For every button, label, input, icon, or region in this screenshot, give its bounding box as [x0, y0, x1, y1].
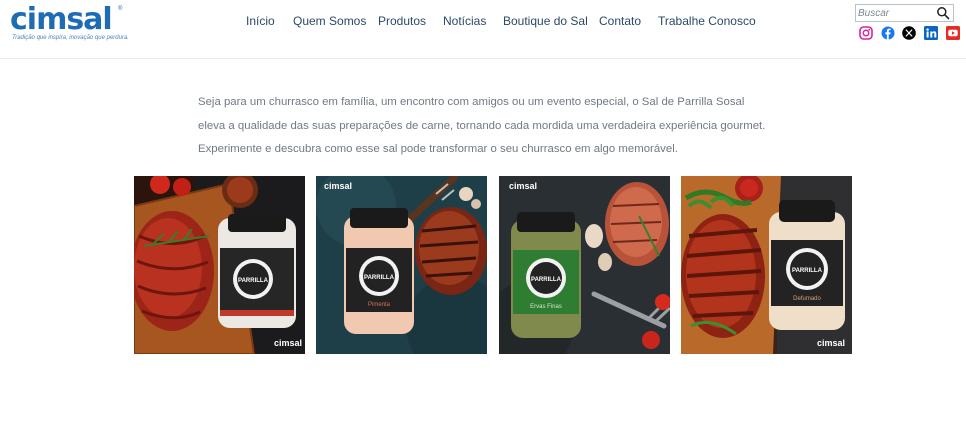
gallery-image-4[interactable]: PARRILLA Defumado cimsal: [681, 176, 852, 354]
tile-brand-3: cimsal: [509, 181, 537, 191]
jar-label-3: PARRILLA: [531, 277, 562, 283]
tile-brand-1: cimsal: [274, 338, 302, 348]
youtube-icon[interactable]: [946, 26, 960, 40]
nav-item-inicio[interactable]: Início: [246, 14, 275, 28]
x-icon[interactable]: [902, 26, 916, 40]
search-box: [855, 4, 954, 22]
nav-item-quem-somos[interactable]: Quem Somos: [293, 14, 366, 28]
facebook-icon[interactable]: [881, 26, 895, 40]
logo-tagline: Tradição que inspira, inovação que perdu…: [12, 35, 129, 41]
logo-wordmark: cimsal: [10, 2, 113, 37]
gallery-image-1[interactable]: PARRILLA cimsal: [134, 176, 305, 354]
tile-brand-2: cimsal: [324, 181, 352, 191]
nav-item-produtos[interactable]: Produtos: [378, 14, 426, 28]
search-input[interactable]: [856, 5, 934, 21]
nav-item-contato[interactable]: Contato: [599, 14, 641, 28]
jar-variant-4: Defumado: [793, 296, 821, 302]
intro-paragraph: Seja para um churrasco em família, um en…: [198, 96, 766, 156]
gallery-image-2[interactable]: PARRILLA Pimenta cimsal: [316, 176, 487, 354]
nav-item-boutique-do-sal[interactable]: Boutique do Sal: [503, 14, 588, 28]
nav-item-noticias[interactable]: Notícias: [443, 14, 486, 28]
cimsal-logo[interactable]: cimsal ® Tradição que inspira, inovação …: [10, 2, 129, 46]
jar-label-4: PARRILLA: [792, 268, 823, 274]
jar-variant-3: Ervas Finas: [530, 304, 562, 310]
jar-label-1: PARRILLA: [238, 278, 269, 284]
nav-item-trabalhe-conosco[interactable]: Trabalhe Conosco: [658, 14, 756, 28]
jar-variant-2: Pimenta: [368, 302, 391, 308]
logo-registered-mark: ®: [118, 6, 123, 12]
instagram-icon[interactable]: [859, 26, 873, 40]
jar-label-2: PARRILLA: [364, 275, 395, 281]
linkedin-icon[interactable]: [924, 26, 938, 40]
gallery-image-3[interactable]: PARRILLA Ervas Finas cimsal: [499, 176, 670, 354]
search-icon[interactable]: [936, 6, 950, 20]
site-header: cimsal ® Tradição que inspira, inovação …: [0, 0, 966, 59]
tile-brand-4: cimsal: [817, 338, 845, 348]
